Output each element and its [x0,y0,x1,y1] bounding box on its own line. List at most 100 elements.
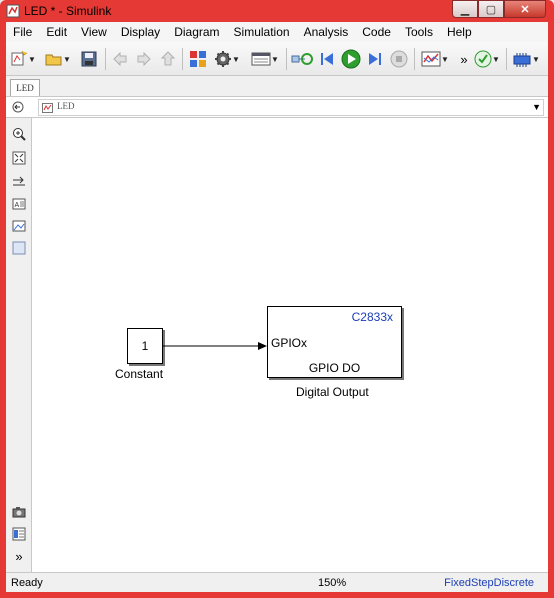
new-model-icon [11,50,28,66]
menu-tools[interactable]: Tools [398,25,440,39]
stop-button[interactable] [388,48,410,70]
menu-diagram[interactable]: Diagram [167,25,226,39]
model-advisor-button[interactable]: ▼ [472,48,502,70]
simulation-data-inspector-button[interactable]: ▼ [418,48,452,70]
gpio-block-label[interactable]: Digital Output [296,385,369,399]
data-inspector-icon [421,51,441,67]
svg-text:A: A [15,202,20,209]
property-inspector-button[interactable] [11,526,27,542]
up-button[interactable] [158,48,178,70]
menu-analysis[interactable]: Analysis [297,25,356,39]
area-icon [12,241,26,255]
toolbar-overflow-button[interactable]: » [458,48,470,70]
model-explorer-icon [251,52,271,66]
route-lines-button[interactable] [11,174,27,190]
arrow-right-icon [137,51,151,67]
hide-browser-icon[interactable] [12,101,24,113]
tab-led[interactable]: LED [10,79,40,96]
model-canvas[interactable]: 1 Constant C2833x GPIOx GPIO DO Digital … [32,118,548,572]
window-controls: ▁ ▢ ✕ [452,0,546,18]
gpio-input-port-label: GPIOx [271,336,308,350]
open-button[interactable]: ▼ [44,48,72,70]
maximize-button[interactable]: ▢ [478,0,504,18]
chevron-down-icon: ▼ [532,54,540,64]
step-back-icon [321,53,333,65]
toolbar: ▼ ▼ ▼ ▼ ▼ » ▼ ▼ [6,42,548,76]
model-settings-button[interactable]: ▼ [212,48,242,70]
constant-block[interactable]: 1 [127,328,163,364]
minimize-button[interactable]: ▁ [452,0,478,18]
toolbar-separator [506,48,507,70]
left-palette: A » [6,118,32,572]
constant-block-label[interactable]: Constant [115,367,163,381]
area-button[interactable] [11,240,27,256]
menu-view[interactable]: View [74,25,114,39]
new-model-button[interactable]: ▼ [10,48,36,70]
save-icon [81,51,97,67]
close-button[interactable]: ✕ [504,0,546,18]
palette-expand-button[interactable]: » [11,548,27,564]
signal-line[interactable] [163,340,269,352]
gpio-do-block[interactable]: C2833x GPIOx GPIO DO [267,306,402,378]
update-diagram-button[interactable] [290,48,314,70]
build-button[interactable]: ▼ [510,48,542,70]
model-path-field[interactable]: LED ▼ [38,99,544,116]
chevron-down-icon: ▼ [441,54,449,64]
forward-button[interactable] [134,48,154,70]
title-bar[interactable]: LED * - Simulink ▁ ▢ ✕ [0,0,554,22]
chevron-down-icon: ▼ [492,54,500,64]
menu-file[interactable]: File [6,25,39,39]
arrow-left-icon [113,51,127,67]
run-button[interactable] [340,48,362,70]
property-inspector-icon [12,527,26,541]
toolbar-separator [105,48,106,70]
annotation-button[interactable]: A [11,196,27,212]
maximize-icon: ▢ [485,3,497,16]
model-explorer-button[interactable]: ▼ [248,48,282,70]
chevron-down-icon[interactable]: ▼ [532,102,541,112]
menu-help[interactable]: Help [440,25,479,39]
fit-to-view-button[interactable] [11,150,27,166]
arrowhead-icon [258,342,267,350]
annotation-icon: A [12,198,26,210]
address-bar: LED ▼ [6,96,548,118]
image-icon [12,220,26,232]
menu-edit[interactable]: Edit [39,25,74,39]
chevron-down-icon: ▼ [63,54,71,64]
step-forward-button[interactable] [364,48,386,70]
menu-display[interactable]: Display [114,25,167,39]
constant-value: 1 [141,339,149,353]
update-diagram-icon [291,53,313,65]
zoom-level[interactable]: 150% [318,577,346,589]
menu-code[interactable]: Code [355,25,398,39]
stop-icon [390,50,408,68]
play-icon [341,49,361,69]
menu-simulation[interactable]: Simulation [227,25,297,39]
simulink-app-icon [6,4,20,18]
build-icon [513,53,531,67]
arrow-up-icon [160,51,176,66]
status-text: Ready [11,577,43,589]
window-client: File Edit View Display Diagram Simulatio… [6,22,548,592]
status-bar: Ready 150% FixedStepDiscrete [6,572,548,592]
solver-link[interactable]: FixedStepDiscrete [444,577,534,589]
check-icon [474,50,492,68]
save-button[interactable] [78,48,100,70]
gpio-inner-label: GPIO DO [308,361,361,375]
model-icon [42,103,53,113]
screenshot-button[interactable] [11,504,27,520]
window-title: LED * - Simulink [24,4,112,18]
fit-to-view-icon [12,151,26,165]
back-button[interactable] [110,48,130,70]
zoom-icon [13,128,26,141]
image-button[interactable] [11,218,27,234]
library-browser-icon [190,51,206,67]
zoom-button[interactable] [11,126,27,142]
gpio-chip-label: C2833x [351,310,393,324]
library-browser-button[interactable] [187,48,209,70]
toolbar-separator [414,48,415,70]
model-path-text: LED [57,101,75,111]
route-lines-icon [13,176,25,186]
simulink-window: LED * - Simulink ▁ ▢ ✕ File Edit View Di… [0,0,554,598]
step-back-button[interactable] [316,48,338,70]
